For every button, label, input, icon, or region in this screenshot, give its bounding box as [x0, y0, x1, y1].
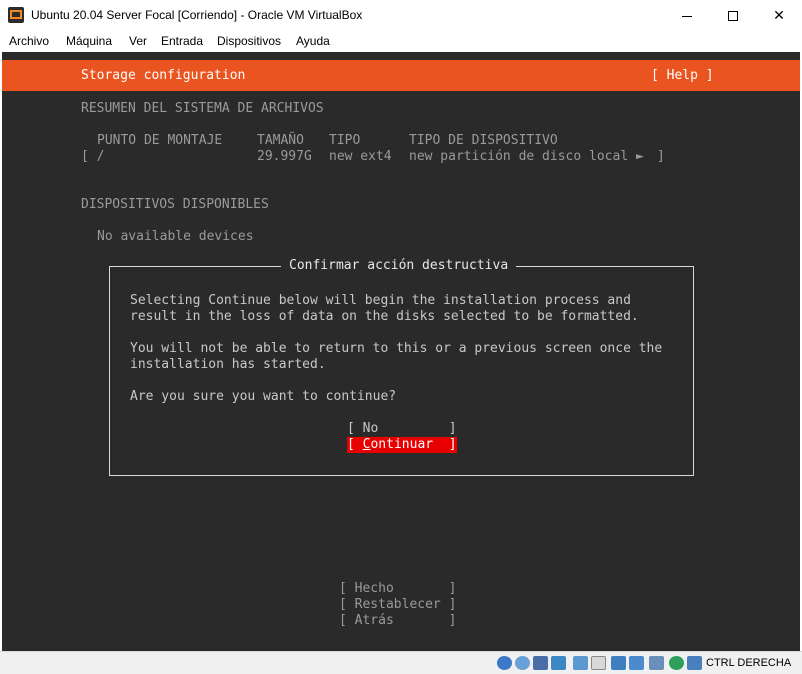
dialog-text-line-2: result in the loss of data on the disks … — [130, 309, 639, 324]
continue-button[interactable]: [ Continuar ] — [347, 437, 457, 453]
hard-disk-icon[interactable] — [497, 656, 512, 670]
dialog-text-line-1: Selecting Continue below will begin the … — [130, 293, 631, 308]
filesystem-summary-heading: RESUMEN DEL SISTEMA DE ARCHIVOS — [81, 101, 324, 116]
host-key-label: CTRL DERECHA — [706, 657, 792, 669]
available-devices-heading: DISPOSITIVOS DISPONIBLES — [81, 197, 269, 212]
row-size: 29.997G — [257, 149, 312, 164]
shared-folders-icon[interactable] — [591, 656, 606, 670]
continue-rest: ontinuar ] — [370, 437, 457, 452]
cpu-icon[interactable] — [669, 656, 684, 670]
installer-header: Storage configuration [ Help ] — [2, 60, 800, 91]
menu-dispositivos[interactable]: Dispositivos — [217, 34, 281, 48]
vm-status-bar: CTRL DERECHA — [0, 651, 802, 674]
help-button[interactable]: [ Help ] — [651, 68, 714, 84]
row-mount-point: [ / — [81, 149, 105, 164]
menu-archivo[interactable]: Archivo — [9, 34, 49, 48]
audio-icon[interactable] — [533, 656, 548, 670]
row-device-type: new partición de disco local ► — [409, 149, 644, 164]
continue-open: [ — [347, 437, 363, 452]
screen-title: Storage configuration — [81, 68, 246, 83]
close-icon: ✕ — [773, 7, 785, 23]
no-devices-text: No available devices — [97, 229, 254, 244]
menu-entrada[interactable]: Entrada — [161, 34, 203, 48]
vm-console[interactable]: Storage configuration [ Help ] RESUMEN D… — [2, 52, 800, 651]
video-capture-icon[interactable] — [629, 656, 644, 670]
menu-maquina[interactable]: Máquina — [66, 34, 112, 48]
recording-icon[interactable] — [687, 656, 702, 670]
menu-ver[interactable]: Ver — [129, 34, 147, 48]
dialog-title: Confirmar acción destructiva — [281, 258, 517, 274]
column-device-type: TIPO DE DISPOSITIVO — [409, 133, 558, 148]
column-mount-point: PUNTO DE MONTAJE — [97, 133, 223, 148]
no-button[interactable]: [ No ] — [347, 421, 457, 437]
reset-button[interactable]: [ Restablecer ] — [339, 597, 456, 613]
window-title: Ubuntu 20.04 Server Focal [Corriendo] - … — [31, 8, 363, 22]
maximize-icon — [728, 11, 738, 22]
row-type: new ext4 — [329, 149, 392, 164]
row-bracket-end: ] — [657, 149, 665, 164]
done-button[interactable]: [ Hecho ] — [339, 581, 456, 597]
menu-ayuda[interactable]: Ayuda — [296, 34, 330, 48]
dialog-question: Are you sure you want to continue? — [130, 389, 397, 404]
mouse-integration-icon[interactable] — [649, 656, 664, 670]
maximize-button[interactable] — [710, 0, 756, 31]
column-type: TIPO — [329, 133, 361, 148]
minimize-icon — [682, 15, 692, 17]
dialog-text-line-4: installation has started. — [130, 357, 326, 372]
window-titlebar: Ubuntu 20.04 Server Focal [Corriendo] - … — [0, 0, 802, 31]
virtualbox-app-icon — [8, 7, 24, 23]
display-icon[interactable] — [611, 656, 626, 670]
network-icon[interactable] — [551, 656, 566, 670]
optical-drive-icon[interactable] — [515, 656, 530, 670]
column-size: TAMAÑO — [257, 133, 304, 148]
minimize-button[interactable] — [664, 0, 710, 31]
confirm-destructive-dialog: Confirmar acción destructiva Selecting C… — [109, 258, 694, 476]
usb-icon[interactable] — [573, 656, 588, 670]
dialog-text-line-3: You will not be able to return to this o… — [130, 341, 663, 356]
close-button[interactable]: ✕ — [756, 0, 802, 31]
back-button[interactable]: [ Atrás ] — [339, 613, 456, 629]
menu-bar: Archivo Máquina Ver Entrada Dispositivos… — [0, 31, 802, 52]
